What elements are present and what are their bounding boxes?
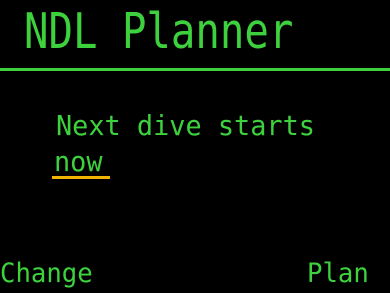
next-dive-message: Next dive starts (56, 109, 315, 142)
plan-softkey[interactable]: Plan (307, 256, 369, 292)
dive-start-value[interactable]: now (54, 145, 103, 179)
change-softkey[interactable]: Change (0, 256, 93, 292)
screen-title: NDL Planner (24, 3, 294, 60)
title-divider (0, 68, 390, 71)
selection-cursor (52, 176, 110, 179)
